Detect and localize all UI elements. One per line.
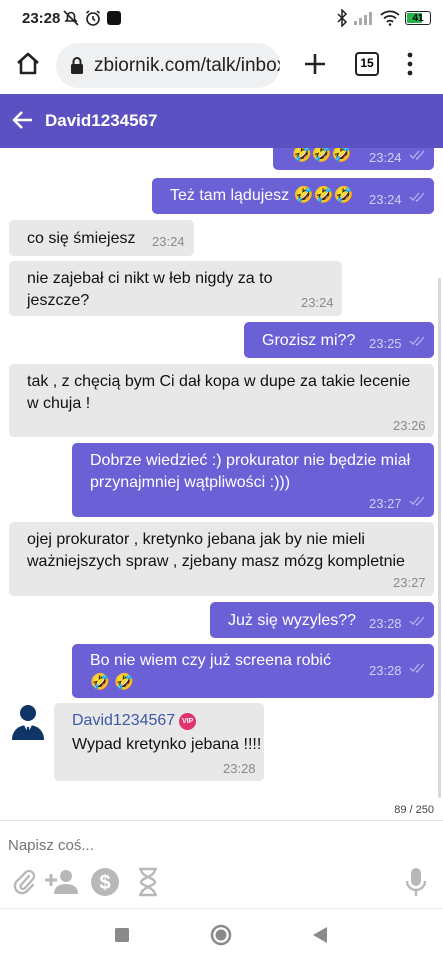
browser-toolbar: zbiornik.com/talk/inbox 15 [0,38,443,94]
message-time: 23:27 [369,496,402,511]
dollar-icon[interactable]: $ [90,867,120,897]
read-check-icon [409,150,425,160]
avatar[interactable] [8,700,48,740]
message-text: Wypad kretynko jebana !!!! [72,736,262,753]
message-received[interactable]: nie zajebał ci nikt w łeb nigdy za to je… [9,261,342,316]
hourglass-icon[interactable] [137,867,159,897]
tabs-count: 15 [360,56,374,70]
message-received[interactable]: tak , z chęcią bym Ci dał kopa w dupe za… [9,364,434,437]
message-time: 23:26 [393,418,426,433]
message-list[interactable]: 🤣🤣🤣 23:24 Też tam lądujesz 🤣🤣🤣 23:24 co … [0,148,443,820]
message-sent[interactable]: Grozisz mi?? 23:25 [244,322,434,358]
message-sent[interactable]: Dobrze wiedzieć :) prokurator nie będzie… [72,443,434,517]
chat-header: David1234567 [0,94,443,148]
message-time: 23:24 [152,234,185,249]
url-text: zbiornik.com/talk/inbox [94,55,280,76]
alarm-icon [86,10,100,26]
message-time: 23:28 [369,616,402,631]
scrollbar[interactable] [438,278,441,798]
composer-tools: $ [0,865,443,901]
message-text: Dobrze wiedzieć :) prokurator nie będzie… [90,452,411,491]
contact-name[interactable]: David1234567 [45,111,157,131]
battery-icon: 41 [405,11,431,25]
attach-icon[interactable] [12,867,36,895]
vip-badge: VIP [179,713,197,730]
address-bar[interactable]: zbiornik.com/talk/inbox [56,43,280,88]
message-time: 23:27 [393,575,426,590]
message-text: Też tam lądujesz 🤣🤣🤣 [170,187,354,204]
message-sent[interactable]: 🤣🤣🤣 23:24 [273,148,434,170]
status-bar: 23:28 41 [0,0,443,38]
message-sent[interactable]: Już się wyzyles?? 23:28 [210,602,434,638]
home-icon[interactable] [14,50,42,78]
read-check-icon [409,336,425,346]
svg-text:$: $ [99,872,110,894]
message-text: tak , z chęcią bym Ci dał kopa w dupe za… [27,373,411,412]
home-circle-icon[interactable] [210,924,232,946]
read-check-icon [409,496,425,506]
sender-line: David1234567 VIP [72,710,197,732]
lock-icon [71,57,83,74]
message-time: 23:28 [223,761,256,776]
notification-app-icon [107,11,121,25]
system-nav-bar [0,908,443,960]
message-sent[interactable]: Bo nie wiem czy już screena robić 🤣 🤣 23… [72,644,434,698]
message-received[interactable]: co się śmiejesz 23:24 [9,220,194,256]
wifi-icon [380,10,400,26]
message-sent[interactable]: Też tam lądujesz 🤣🤣🤣 23:24 [152,178,434,214]
status-time: 23:28 [22,10,61,27]
message-time: 23:25 [369,336,402,351]
message-time: 23:24 [301,295,334,310]
bluetooth-icon [337,9,348,27]
add-person-icon[interactable] [44,867,80,895]
more-vert-icon[interactable] [405,51,415,77]
message-time: 23:28 [369,663,402,678]
composer: $ [0,820,443,908]
status-right-icons: 41 [336,9,431,27]
message-received[interactable]: ojej prokurator , kretynko jebana jak by… [9,522,434,596]
message-text: co się śmiejesz [27,230,136,247]
message-text: Już się wyzyles?? [228,612,357,629]
signal-icon [354,12,372,25]
message-time: 23:24 [369,150,402,165]
read-check-icon [409,663,425,673]
message-time: 23:24 [369,192,402,207]
tabs-button[interactable]: 15 [355,52,379,76]
back-arrow-icon[interactable] [12,109,34,131]
status-left-icons [62,9,122,27]
microphone-icon[interactable] [405,867,427,897]
message-text: ojej prokurator , kretynko jebana jak by… [27,531,405,570]
char-counter: 89 / 250 [394,804,434,816]
recents-icon[interactable] [114,927,130,943]
back-triangle-icon[interactable] [312,926,328,944]
sender-name[interactable]: David1234567 [72,712,175,729]
message-text: nie zajebał ci nikt w łeb nigdy za to je… [27,270,273,309]
message-received[interactable]: David1234567 VIP Wypad kretynko jebana !!… [54,703,264,781]
read-check-icon [409,616,425,626]
read-check-icon [409,192,425,202]
message-text: 🤣🤣🤣 [292,148,352,163]
plus-icon[interactable] [302,51,328,77]
mute-icon [63,10,79,26]
message-input[interactable] [8,833,428,857]
message-text: Bo nie wiem czy już screena robić 🤣 🤣 [90,652,331,691]
message-text: Grozisz mi?? [262,332,356,349]
